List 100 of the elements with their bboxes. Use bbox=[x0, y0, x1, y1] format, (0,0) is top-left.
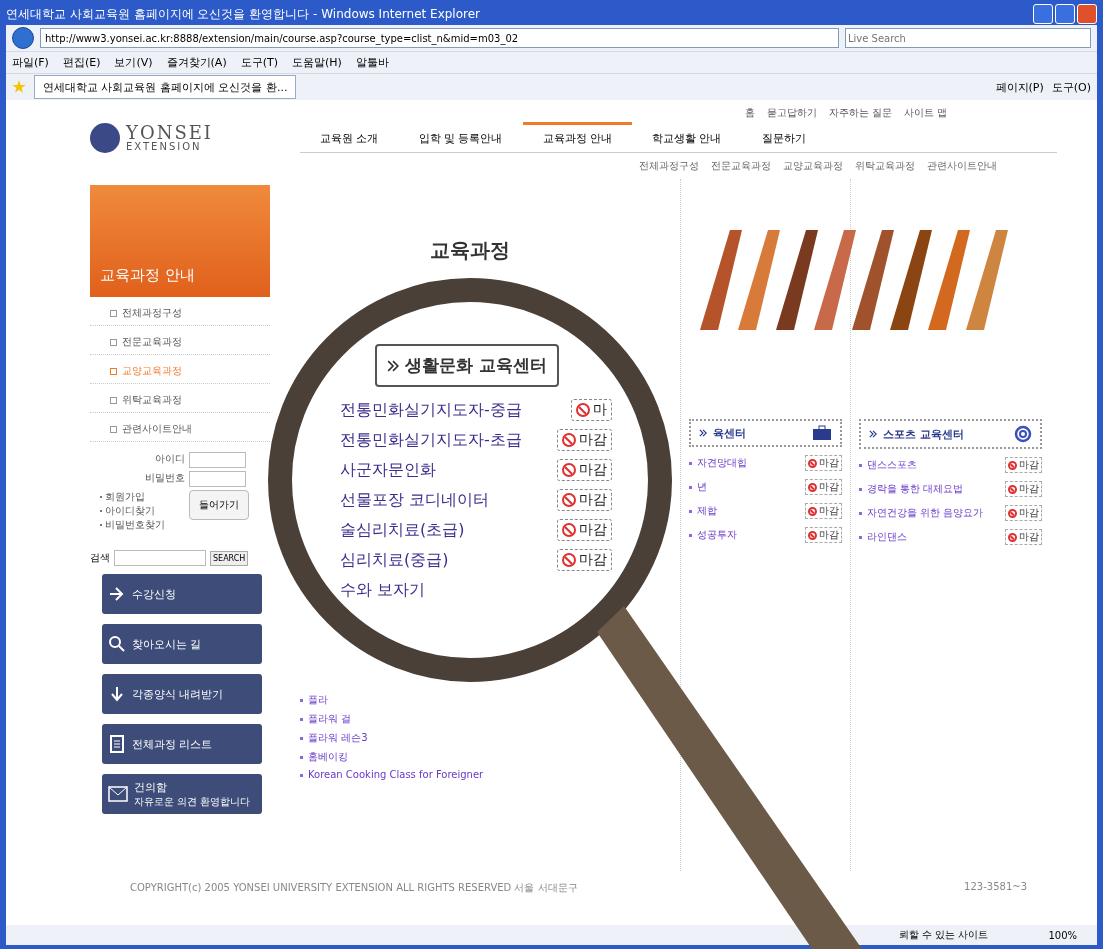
sidebar-item[interactable]: 위탁교육과정 bbox=[90, 388, 270, 413]
chevron-icon bbox=[869, 430, 877, 438]
menu-item[interactable]: 도구(T) bbox=[240, 55, 278, 70]
chevron-icon bbox=[699, 429, 707, 437]
top-link[interactable]: 묻고답하기 bbox=[766, 106, 817, 120]
phone-text: 123-3581~3 bbox=[964, 881, 1027, 894]
course-link[interactable]: 전통민화실기지도자-초급 bbox=[340, 429, 522, 451]
account-link[interactable]: 비밀번호찾기 bbox=[100, 518, 185, 532]
shield-logo-icon bbox=[90, 123, 120, 153]
account-link[interactable]: 회원가입 bbox=[100, 490, 185, 504]
nav-tab[interactable]: 교육과정 안내 bbox=[522, 122, 632, 152]
course-link[interactable]: 선물포장 코디네이터 bbox=[340, 489, 490, 511]
menu-item[interactable]: 보기(V) bbox=[114, 55, 153, 70]
window-title: 연세대학교 사회교육원 홈페이지에 오신것을 환영합니다 - Windows Internet Explorer bbox=[6, 5, 482, 23]
top-link[interactable]: 사이트 맵 bbox=[903, 106, 947, 120]
subnav-link[interactable]: 교양교육과정 bbox=[783, 159, 843, 173]
course-link[interactable]: Korean Cooking Class for Foreigner bbox=[300, 769, 484, 780]
course-link[interactable]: 댄스스포츠 bbox=[859, 458, 917, 472]
close-button[interactable] bbox=[1077, 4, 1097, 24]
logo-text: YONSEI bbox=[126, 124, 213, 142]
course-link[interactable]: 자견망대힙 bbox=[689, 456, 747, 470]
quick-label: 찾아오시는 길 bbox=[132, 636, 202, 652]
command-button[interactable]: 도구(O) bbox=[1051, 79, 1091, 95]
search-icon bbox=[108, 635, 126, 653]
closed-badge: 마감 bbox=[1005, 481, 1042, 497]
command-button[interactable]: 페이지(P) bbox=[995, 79, 1044, 95]
course-link[interactable]: 전통민화실기지도자-중급 bbox=[340, 399, 522, 421]
quick-label: 수강신청 bbox=[132, 586, 176, 602]
subnav-link[interactable]: 관련사이트안내 bbox=[927, 159, 997, 173]
course-link[interactable]: 홈베이킹 bbox=[300, 750, 348, 764]
course-link[interactable]: 술심리치료(초급) bbox=[340, 519, 465, 541]
closed-badge: 마감 bbox=[1005, 457, 1042, 473]
course-link[interactable]: 수와 보자기 bbox=[340, 579, 426, 601]
minimize-button[interactable] bbox=[1033, 4, 1053, 24]
sidebar-item[interactable]: 전체과정구성 bbox=[90, 301, 270, 326]
maximize-button[interactable] bbox=[1055, 4, 1075, 24]
nav-tab[interactable]: 교육원 소개 bbox=[300, 122, 399, 152]
quick-button[interactable]: 각종양식 내려받기 bbox=[102, 674, 262, 714]
closed-badge: 마감 bbox=[805, 455, 842, 471]
course-link[interactable]: 성공투자 bbox=[689, 528, 737, 542]
menu-item[interactable]: 편집(E) bbox=[62, 55, 101, 70]
course-link[interactable]: 제합 bbox=[689, 504, 717, 518]
closed-badge: 마감 bbox=[557, 429, 612, 451]
search-button[interactable]: SEARCH bbox=[210, 550, 249, 566]
quick-button[interactable]: 수강신청 bbox=[102, 574, 262, 614]
toolbar-button[interactable]: 알툴바 bbox=[355, 55, 389, 70]
closed-badge: 마감 bbox=[805, 503, 842, 519]
menu-item[interactable]: 파일(F) bbox=[12, 55, 49, 70]
address-field[interactable]: http://www3.yonsei.ac.kr:8888/extension/main/course.asp?course_type=clist_n&mid=m03_02 bbox=[40, 28, 839, 48]
document-icon bbox=[108, 735, 126, 753]
nav-tab[interactable]: 질문하기 bbox=[741, 122, 826, 152]
quick-button[interactable]: 전체과정 리스트 bbox=[102, 724, 262, 764]
course-link[interactable]: 년 bbox=[689, 480, 707, 494]
search-field[interactable]: Live Search bbox=[845, 28, 1091, 48]
nav-tab[interactable]: 학교생활 안내 bbox=[632, 122, 742, 152]
course-link[interactable]: 라인댄스 bbox=[859, 530, 907, 544]
course-link[interactable]: 플라워 걸 bbox=[300, 712, 352, 726]
top-link[interactable]: 홈 bbox=[744, 106, 755, 120]
course-link[interactable]: 사군자문인화 bbox=[340, 459, 436, 481]
quick-button[interactable]: 건의함 자유로운 의견 환영합니다 bbox=[102, 774, 262, 814]
subnav-link[interactable]: 전체과정구성 bbox=[639, 159, 699, 173]
copyright-text: COPYRIGHT(c) 2005 YONSEI UNIVERSITY EXTENSION ALL RIGHTS RESERVED 서울 서대문구 bbox=[130, 881, 578, 895]
closed-badge: 마감 bbox=[805, 527, 842, 543]
center-title: 스포츠 교육센터 bbox=[859, 419, 1042, 449]
back-button[interactable] bbox=[12, 27, 34, 49]
sidebar-item[interactable]: 관련사이트안내 bbox=[90, 417, 270, 442]
sidebar-item[interactable]: 전문교육과정 bbox=[90, 330, 270, 355]
briefcase-icon bbox=[812, 425, 832, 441]
account-link[interactable]: 아이디찾기 bbox=[100, 504, 185, 518]
id-field[interactable] bbox=[189, 452, 246, 468]
subnav-link[interactable]: 위탁교육과정 bbox=[855, 159, 915, 173]
quick-label: 각종양식 내려받기 bbox=[132, 686, 224, 702]
spiral-icon bbox=[1014, 425, 1032, 443]
nav-tab[interactable]: 입학 및 등록안내 bbox=[398, 122, 523, 152]
center-title: 육센터 bbox=[689, 419, 842, 447]
quick-button[interactable]: 찾아오시는 길 bbox=[102, 624, 262, 664]
arrow-down-icon bbox=[108, 685, 126, 703]
password-field[interactable] bbox=[189, 471, 246, 487]
closed-badge: 마감 bbox=[1005, 505, 1042, 521]
course-link[interactable]: 플라 bbox=[300, 693, 328, 707]
closed-badge: 마감 bbox=[557, 459, 612, 481]
subnav-link[interactable]: 전문교육과정 bbox=[711, 159, 771, 173]
course-link[interactable]: 경락을 통한 대체요법 bbox=[859, 482, 964, 496]
closed-badge: 마감 bbox=[557, 549, 612, 571]
course-link[interactable]: 심리치료(중급) bbox=[340, 549, 449, 571]
center-title: 생활문화 교육센터 bbox=[375, 344, 559, 387]
course-link[interactable]: 플라워 레슨3 bbox=[300, 731, 368, 745]
course-link[interactable]: 자연건강을 위한 음양요가 bbox=[859, 506, 984, 520]
page-heading: 교육과정 bbox=[430, 237, 511, 264]
zoom-level[interactable]: 100% bbox=[1048, 929, 1077, 941]
top-link[interactable]: 자주하는 질문 bbox=[828, 106, 892, 120]
closed-badge: 마 bbox=[571, 399, 612, 421]
quick-sublabel: 자유로운 의견 환영합니다 bbox=[134, 794, 251, 809]
search-label: 검색 bbox=[90, 551, 110, 565]
logo-subtext: EXTENSION bbox=[126, 142, 203, 152]
login-button[interactable]: 들어가기 bbox=[189, 490, 249, 520]
menu-item[interactable]: 즐겨찾기(A) bbox=[166, 55, 227, 70]
menu-item[interactable]: 도움말(H) bbox=[292, 55, 342, 70]
browser-tab[interactable]: 연세대학교 사회교육원 홈페이지에 오신것을 환... bbox=[34, 75, 297, 99]
site-search-field[interactable] bbox=[114, 550, 206, 566]
